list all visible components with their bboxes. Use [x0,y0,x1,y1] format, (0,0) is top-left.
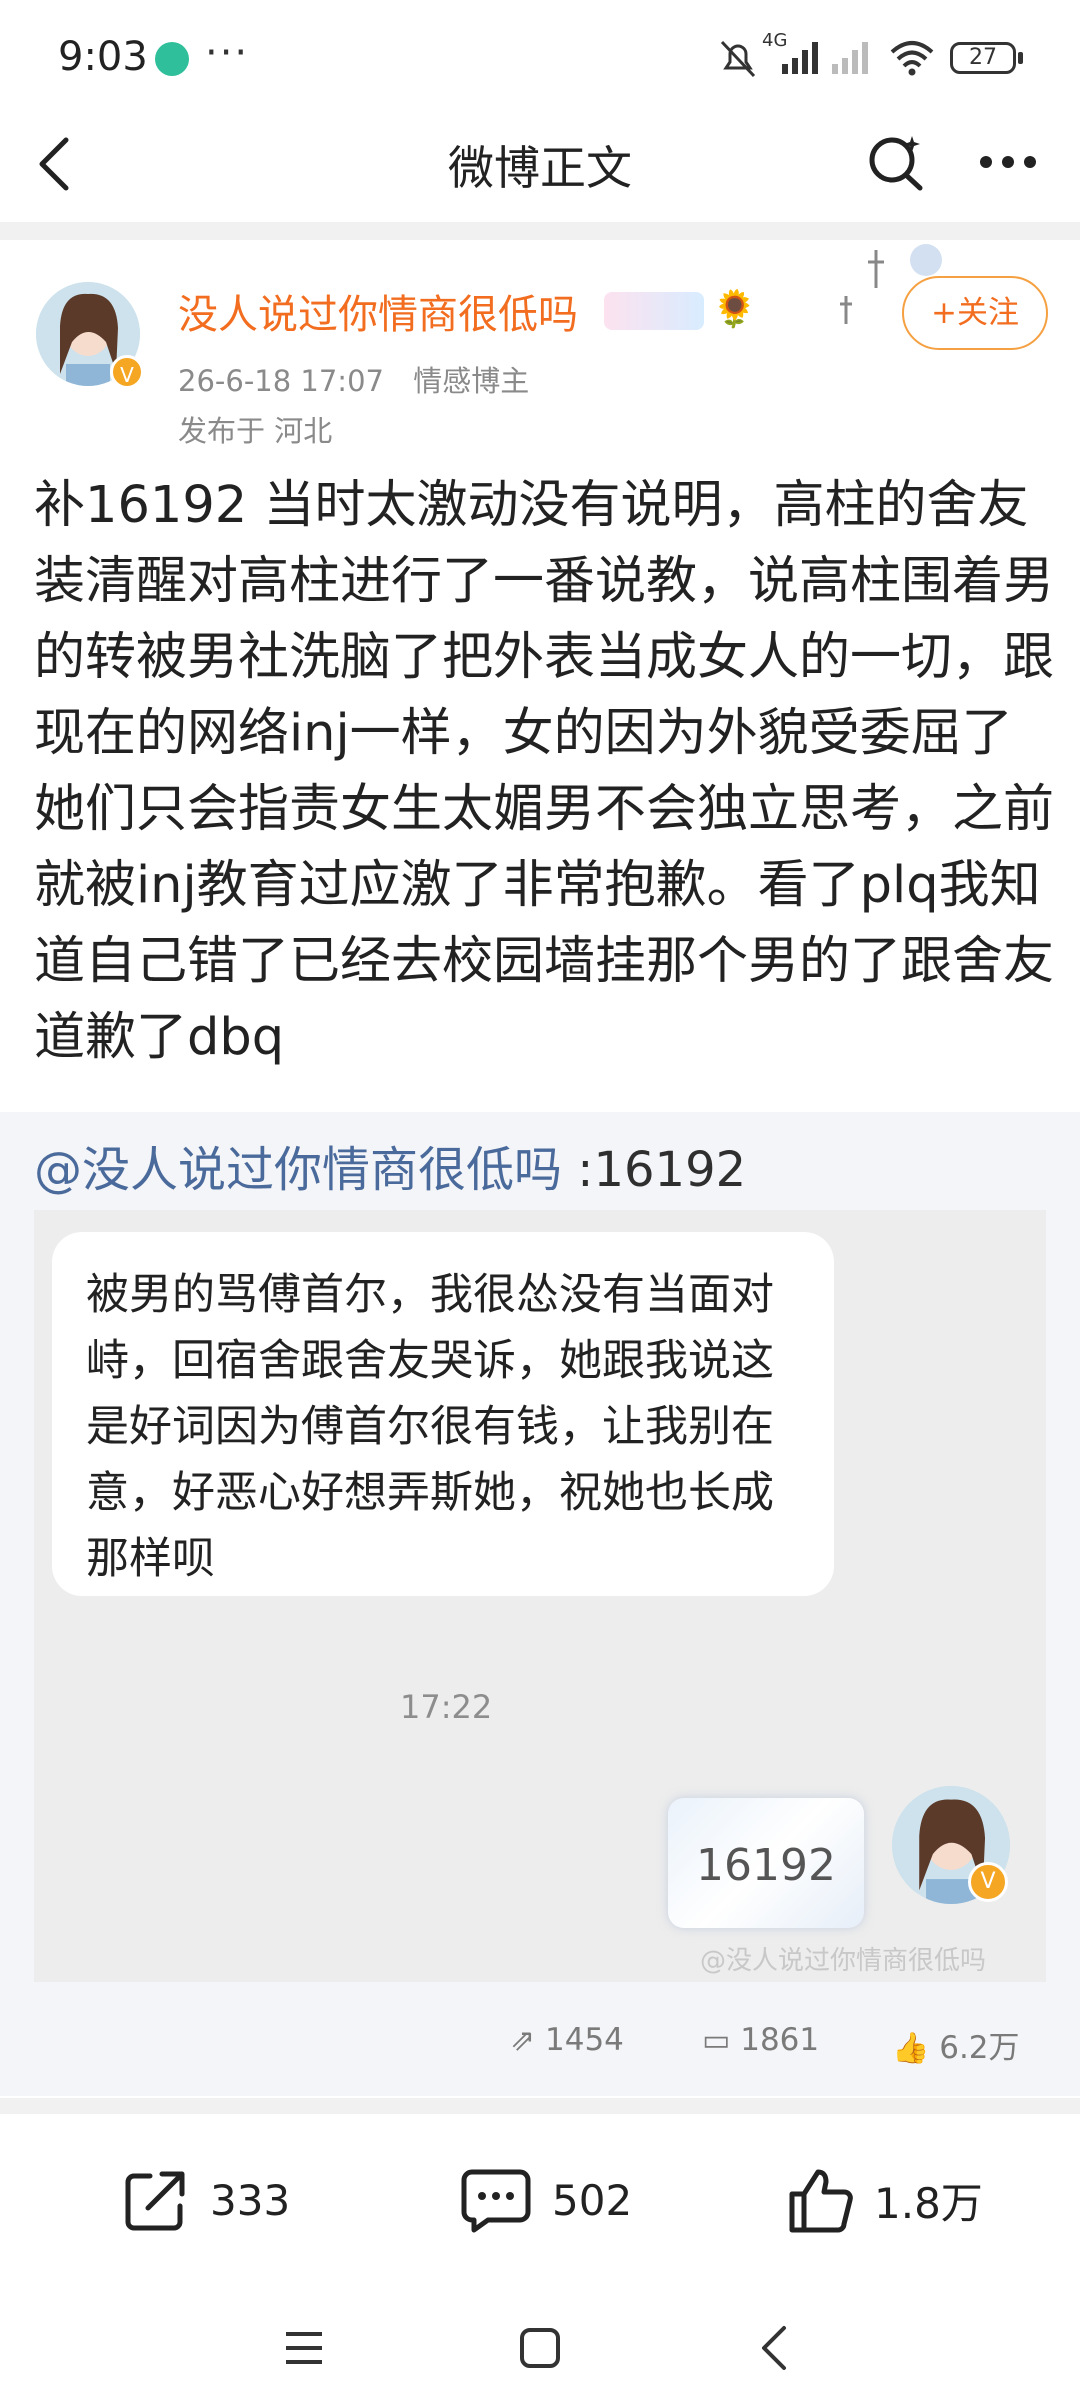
repost-comment-value: 1861 [740,2022,820,2058]
post-location: 发布于 河北 [178,414,333,448]
repost-suffix: :16192 [562,1142,747,1198]
app-notification-icon [155,42,189,76]
repost-header: @没人说过你情商很低吗 :16192 [34,1130,746,1200]
comment-count: 502 [552,2175,633,2225]
member-badge-icon [604,292,704,330]
signal-2-icon [832,42,868,74]
like-icon: 👍 [892,2031,930,2066]
system-nav-bar [0,2280,1080,2400]
system-back-icon[interactable] [756,2324,792,2372]
like-button[interactable]: 1.8万 [784,2160,983,2240]
verified-badge-icon: V [110,355,144,389]
sunflower-icon: 🌻 [712,289,757,330]
more-options-icon[interactable] [976,148,1040,176]
wifi-icon [890,41,934,76]
post-meta: 26-6-18 17:07 情感博主 [178,358,529,400]
post-body: 补16192 当时太激动没有说明，高柱的舍友装清醒对高柱进行了一番说教，说高柱围… [34,476,1055,1067]
repost-button[interactable]: 333 [120,2160,290,2240]
repost-like-count[interactable]: 👍 6.2万 [892,2022,1020,2067]
repost-icon [125,2171,185,2231]
image-watermark: @没人说过你情商很低吗 [700,1946,987,1976]
comment-icon [461,2169,531,2233]
chat-time: 17:22 [400,1688,493,1726]
mention-link[interactable]: @没人说过你情商很低吗 [34,1142,562,1198]
battery-icon: 27 [950,42,1016,74]
battery-tip [1018,52,1023,64]
post-time: 26-6-18 17:07 [178,364,384,398]
card-number: 16192 [696,1840,836,1891]
status-bar: 9:03 ··· 4G 27 [0,0,1080,120]
repost-comment-count[interactable]: ▭ 1861 [702,2022,819,2058]
repost-count: 333 [210,2175,291,2225]
home-icon[interactable] [518,2326,562,2370]
repost-like-value: 6.2万 [939,2030,1020,2066]
author-name[interactable]: 没人说过你情商很低吗 [178,282,578,340]
repost-share-count[interactable]: ⇗ 1454 [510,2022,624,2058]
follow-button[interactable]: +关注 [902,276,1048,350]
mute-bell-icon [720,40,756,78]
like-count: 1.8万 [874,2178,983,2228]
chat-message: 被男的骂傅首尔，我很怂没有当面对峙，回宿舍跟舍友哭诉，她跟我说这是好词因为傅首尔… [86,1270,774,1584]
divider [0,222,1080,240]
divider [0,2098,1080,2114]
status-more: ··· [205,30,250,76]
status-time: 9:03 [58,34,148,80]
search-icon[interactable] [864,130,928,194]
chat-verified-icon: V [968,1862,1008,1902]
comment-icon: ▭ [702,2023,731,2058]
signal-icon [782,42,818,74]
author-role: 情感博主 [413,364,530,398]
comment-button[interactable]: 502 [458,2160,632,2240]
share-icon: ⇗ [510,2023,536,2058]
thumbs-up-icon [789,2169,853,2233]
menu-icon[interactable] [282,2328,326,2368]
repost-share-value: 1454 [545,2022,624,2058]
